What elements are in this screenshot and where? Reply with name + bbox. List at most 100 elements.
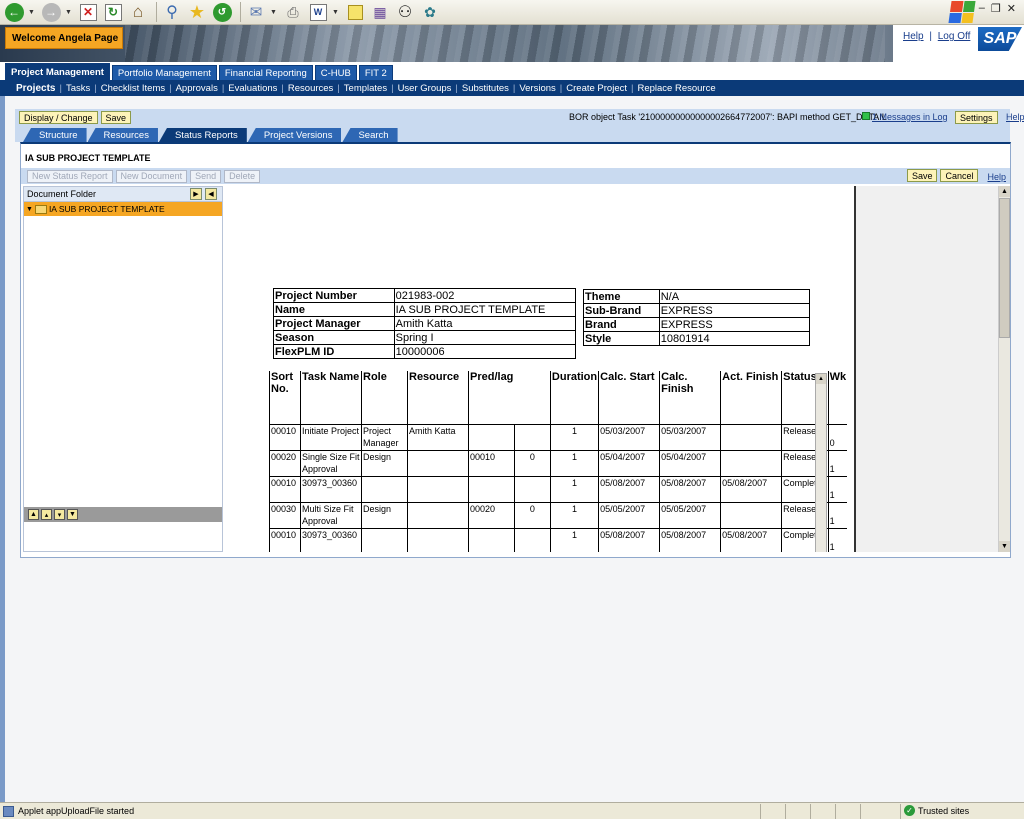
table-cell: 1 bbox=[827, 501, 848, 528]
nav-substitutes[interactable]: Substitutes bbox=[458, 83, 513, 94]
help-link[interactable]: Help bbox=[903, 31, 924, 42]
scroll-up-icon[interactable]: ▴ bbox=[41, 509, 52, 520]
info-row: Theme N/A bbox=[583, 289, 811, 304]
messenger-button[interactable]: ⚇ bbox=[394, 2, 416, 22]
search-button[interactable]: ⚲ bbox=[161, 2, 183, 22]
forward-icon: → bbox=[41, 2, 61, 22]
minimize-icon[interactable]: – bbox=[979, 2, 985, 15]
table-cell bbox=[513, 423, 551, 450]
panel-save-button[interactable]: Save bbox=[906, 169, 938, 182]
tab-search[interactable]: Search bbox=[342, 128, 398, 142]
tab-resources[interactable]: Resources bbox=[87, 128, 158, 142]
folder-icon bbox=[34, 204, 47, 214]
research-icon: ▦ bbox=[373, 3, 387, 20]
settings-button[interactable]: Settings bbox=[955, 111, 998, 124]
forward-button[interactable]: → bbox=[40, 2, 62, 22]
nav-replace-resource[interactable]: Replace Resource bbox=[633, 83, 719, 94]
table-cell: 1 bbox=[549, 449, 599, 476]
messenger-icon: ⚇ bbox=[397, 4, 413, 21]
scroll-top-icon[interactable]: ▲ bbox=[28, 509, 39, 520]
edit-dropdown-icon[interactable]: ▼ bbox=[332, 9, 341, 16]
scroll-up-arrow-icon[interactable]: ▲ bbox=[816, 374, 826, 384]
nav-create-project[interactable]: Create Project bbox=[562, 83, 631, 94]
scroll-thumb[interactable] bbox=[999, 198, 1010, 338]
expand-all-icon[interactable]: ▶ bbox=[190, 188, 202, 200]
scroll-down-icon[interactable]: ▾ bbox=[54, 509, 65, 520]
edit-button[interactable]: W bbox=[307, 2, 329, 22]
info-value: Amith Katta bbox=[393, 316, 577, 331]
detailed-navigation-collapsed[interactable] bbox=[0, 96, 5, 802]
column-header bbox=[514, 371, 550, 424]
tab-c-hub[interactable]: C-HUB bbox=[314, 65, 357, 80]
edit-icon: W bbox=[309, 3, 327, 21]
tree-scroll-controls: ▲ ▴ ▾ ▼ bbox=[24, 507, 222, 522]
tree-node-root[interactable]: ▼ IA SUB PROJECT TEMPLATE bbox=[24, 202, 222, 216]
table-cell: Design bbox=[361, 501, 408, 528]
tab-financial-reporting[interactable]: Financial Reporting bbox=[218, 65, 313, 80]
info-label: Style bbox=[583, 331, 660, 346]
info-row: Name IA SUB PROJECT TEMPLATE bbox=[273, 302, 577, 317]
panel-help-link[interactable]: Help bbox=[987, 172, 1006, 182]
scroll-bottom-icon[interactable]: ▼ bbox=[67, 509, 78, 520]
task-table-scrollbar[interactable]: ▲ bbox=[815, 373, 827, 552]
close-icon[interactable]: ✕ bbox=[1007, 2, 1016, 15]
table-cell bbox=[513, 527, 551, 552]
history-button[interactable]: ↺ bbox=[211, 2, 233, 22]
nav-templates[interactable]: Templates bbox=[340, 83, 391, 94]
scroll-down-arrow-icon[interactable]: ▼ bbox=[999, 541, 1010, 552]
tab-project-versions[interactable]: Project Versions bbox=[247, 128, 342, 142]
nav-evaluations[interactable]: Evaluations bbox=[224, 83, 281, 94]
logoff-link[interactable]: Log Off bbox=[938, 31, 971, 42]
forward-dropdown-icon[interactable]: ▼ bbox=[65, 9, 74, 16]
tab-status-reports[interactable]: Status Reports bbox=[158, 128, 247, 142]
print-button[interactable]: ⎙ bbox=[282, 2, 304, 22]
nav-versions[interactable]: Versions bbox=[515, 83, 559, 94]
info-label: FlexPLM ID bbox=[273, 344, 395, 359]
nav-checklist-items[interactable]: Checklist Items bbox=[97, 83, 169, 94]
nav-projects[interactable]: Projects bbox=[12, 83, 59, 94]
back-button[interactable]: ← bbox=[3, 2, 25, 22]
research-button[interactable]: ▦ bbox=[369, 2, 391, 22]
nav-user-groups[interactable]: User Groups bbox=[394, 83, 456, 94]
collapse-all-icon[interactable]: ◀ bbox=[205, 188, 217, 200]
tree-header: Document Folder ▶ ◀ bbox=[24, 187, 222, 202]
new-status-report-button[interactable]: New Status Report bbox=[27, 169, 113, 183]
messages-log-link[interactable]: 1 Messages in Log bbox=[872, 112, 948, 122]
tab-fit-2[interactable]: FIT 2 bbox=[358, 65, 393, 80]
new-document-button[interactable]: New Document bbox=[115, 169, 188, 183]
refresh-button[interactable]: ↻ bbox=[102, 2, 124, 22]
send-button[interactable]: Send bbox=[190, 169, 222, 183]
search-icon: ⚲ bbox=[166, 4, 178, 21]
nav-approvals[interactable]: Approvals bbox=[172, 83, 222, 94]
tools-button[interactable]: ✿ bbox=[419, 2, 441, 22]
collapse-node-icon[interactable]: ▼ bbox=[26, 206, 33, 213]
mail-dropdown-icon[interactable]: ▼ bbox=[270, 9, 279, 16]
document-scrollbar[interactable]: ▲ ▼ bbox=[998, 186, 1010, 552]
tab-portfolio-management[interactable]: Portfolio Management bbox=[111, 65, 217, 80]
column-header: Role bbox=[361, 371, 408, 424]
help-link-toolbar[interactable]: Help bbox=[1006, 112, 1024, 122]
nav-tasks[interactable]: Tasks bbox=[62, 83, 94, 94]
mail-button[interactable]: ✉ bbox=[245, 2, 267, 22]
table-row: 00030 Multi Size Fit Approval Design 00020 0… bbox=[269, 501, 848, 528]
delete-button[interactable]: Delete bbox=[224, 169, 261, 183]
notes-button[interactable] bbox=[344, 2, 366, 22]
save-button[interactable]: Save bbox=[100, 111, 132, 124]
favorites-button[interactable]: ★ bbox=[186, 2, 208, 22]
home-button[interactable]: ⌂ bbox=[127, 2, 149, 22]
info-value: EXPRESS bbox=[658, 303, 811, 318]
stop-button[interactable]: ✕ bbox=[77, 2, 99, 22]
tab-project-management[interactable]: Project Management bbox=[5, 63, 110, 80]
scroll-up-arrow-icon[interactable]: ▲ bbox=[999, 186, 1010, 197]
nav-resources[interactable]: Resources bbox=[284, 83, 337, 94]
restore-icon[interactable]: ❐ bbox=[991, 2, 1001, 15]
history-icon: ↺ bbox=[212, 2, 232, 22]
table-cell: 00010 bbox=[269, 423, 301, 450]
tab-structure[interactable]: Structure bbox=[23, 128, 87, 142]
table-row: 00010 30973_00360 1 05/08/2007 05/08/2007 05/… bbox=[269, 527, 848, 552]
panel-cancel-button[interactable]: Cancel bbox=[940, 169, 979, 182]
brand-info-table: Theme N/A Sub-Brand EXPRESS Brand EXPRESS Styl… bbox=[583, 289, 811, 346]
display-change-button[interactable]: Display / Change bbox=[19, 111, 98, 124]
table-cell: 0 bbox=[513, 449, 551, 476]
back-dropdown-icon[interactable]: ▼ bbox=[28, 9, 37, 16]
